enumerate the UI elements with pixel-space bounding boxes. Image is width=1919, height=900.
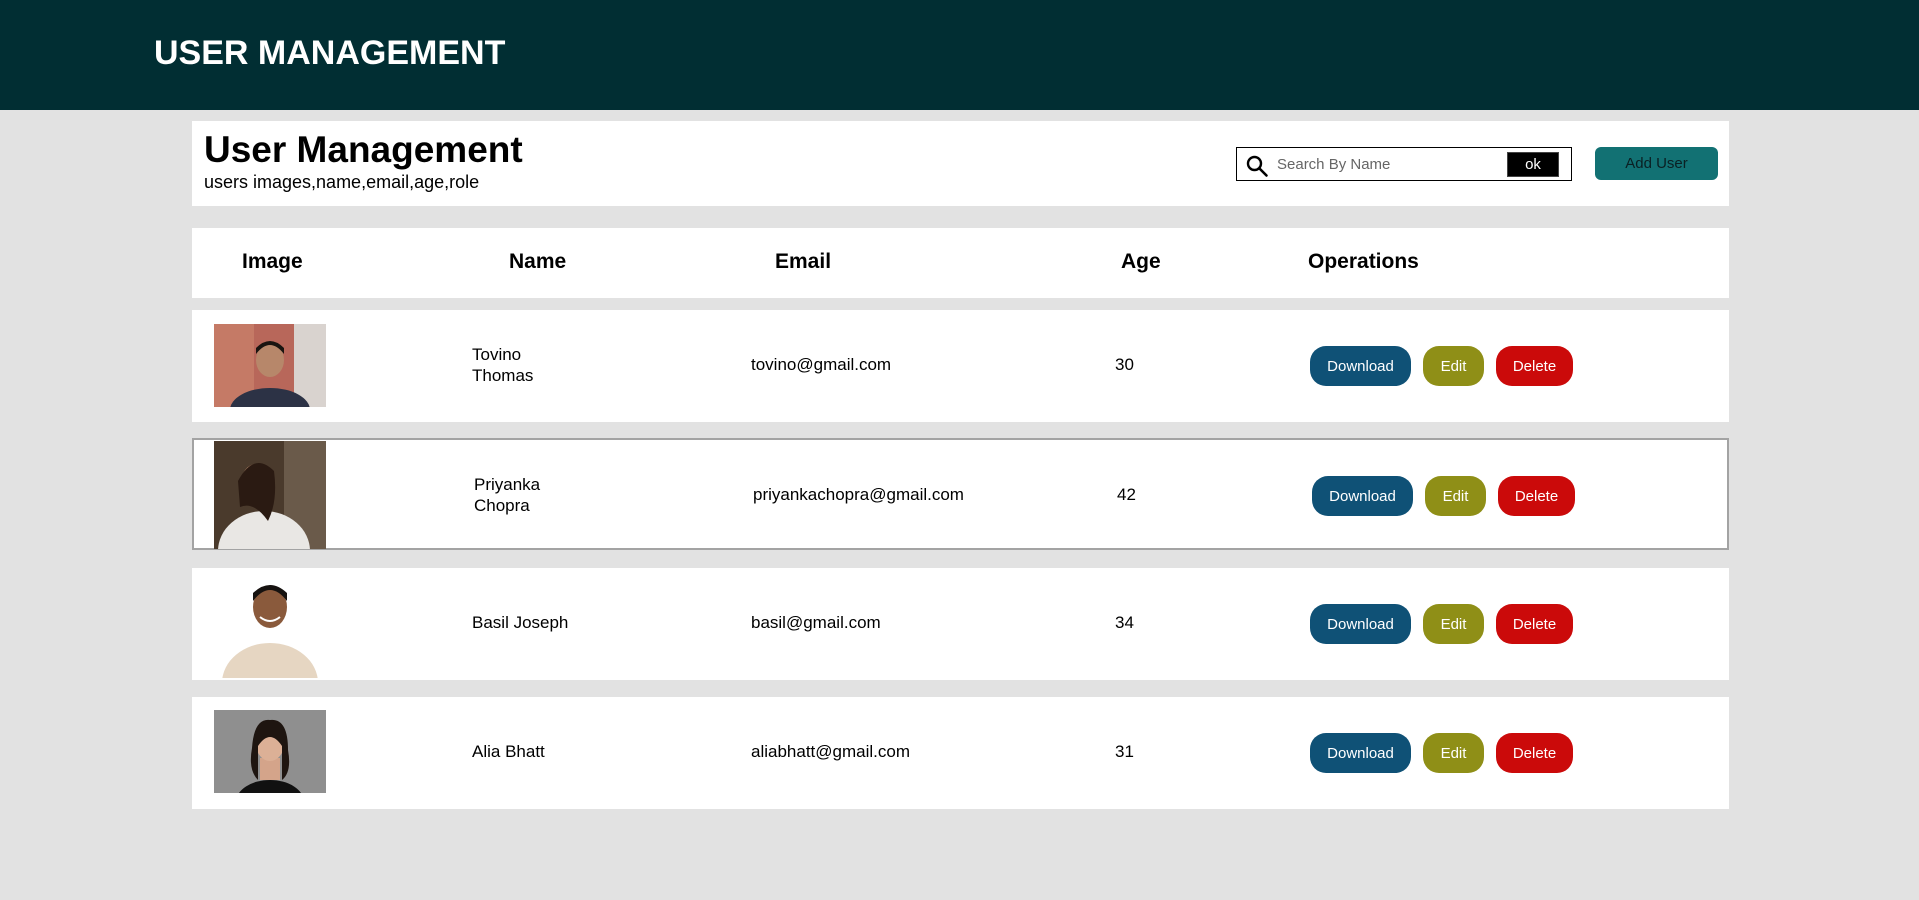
user-photo — [214, 441, 326, 549]
page-header: User Management users images,name,email,… — [192, 121, 1729, 206]
edit-button[interactable]: Edit — [1425, 476, 1486, 516]
table-header: Image Name Email Age Operations — [192, 228, 1729, 298]
user-name: Tovino Thomas — [472, 345, 534, 385]
app-title: USER MANAGEMENT — [154, 34, 506, 72]
table-row: Alia Bhatt aliabhatt@gmail.com 31 Downlo… — [192, 697, 1729, 809]
delete-button[interactable]: Delete — [1496, 604, 1573, 644]
column-header-name: Name — [509, 250, 567, 273]
delete-button[interactable]: Delete — [1496, 346, 1573, 386]
user-name: Basil Joseph — [472, 613, 569, 632]
search-box: ok — [1236, 147, 1572, 181]
user-photo — [214, 710, 326, 793]
user-name: Alia Bhatt — [472, 742, 545, 761]
user-photo — [214, 571, 326, 678]
search-input[interactable] — [1277, 152, 1507, 176]
table-row: Tovino Thomas tovino@gmail.com 30 Downlo… — [192, 310, 1729, 422]
user-photo — [214, 324, 326, 407]
edit-button[interactable]: Edit — [1423, 733, 1484, 773]
column-header-operations: Operations — [1308, 250, 1419, 273]
edit-button[interactable]: Edit — [1423, 346, 1484, 386]
column-header-age: Age — [1121, 250, 1161, 273]
table-row: Basil Joseph basil@gmail.com 34 Download… — [192, 568, 1729, 680]
search-ok-button[interactable]: ok — [1507, 152, 1559, 177]
page-subtitle: users images,name,email,age,role — [204, 172, 480, 192]
download-button[interactable]: Download — [1310, 733, 1411, 773]
download-button[interactable]: Download — [1310, 604, 1411, 644]
edit-button[interactable]: Edit — [1423, 604, 1484, 644]
user-age: 30 — [1115, 355, 1134, 374]
delete-button[interactable]: Delete — [1498, 476, 1575, 516]
user-email: priyankachopra@gmail.com — [753, 485, 964, 504]
download-button[interactable]: Download — [1312, 476, 1413, 516]
delete-button[interactable]: Delete — [1496, 733, 1573, 773]
page-title: User Management — [204, 129, 523, 170]
user-name: Priyanka Chopra — [474, 475, 541, 515]
user-age: 42 — [1117, 485, 1136, 504]
column-header-image: Image — [242, 250, 303, 273]
user-age: 34 — [1115, 613, 1134, 632]
table-row: Priyanka Chopra priyankachopra@gmail.com… — [192, 438, 1729, 550]
user-email: basil@gmail.com — [751, 613, 881, 632]
user-email: tovino@gmail.com — [751, 355, 892, 374]
download-button[interactable]: Download — [1310, 346, 1411, 386]
top-bar: USER MANAGEMENT — [0, 0, 1919, 110]
search-icon — [1245, 154, 1269, 178]
user-age: 31 — [1115, 742, 1134, 761]
column-header-email: Email — [775, 250, 832, 273]
user-email: aliabhatt@gmail.com — [751, 742, 910, 761]
add-user-button[interactable]: Add User — [1595, 147, 1718, 180]
